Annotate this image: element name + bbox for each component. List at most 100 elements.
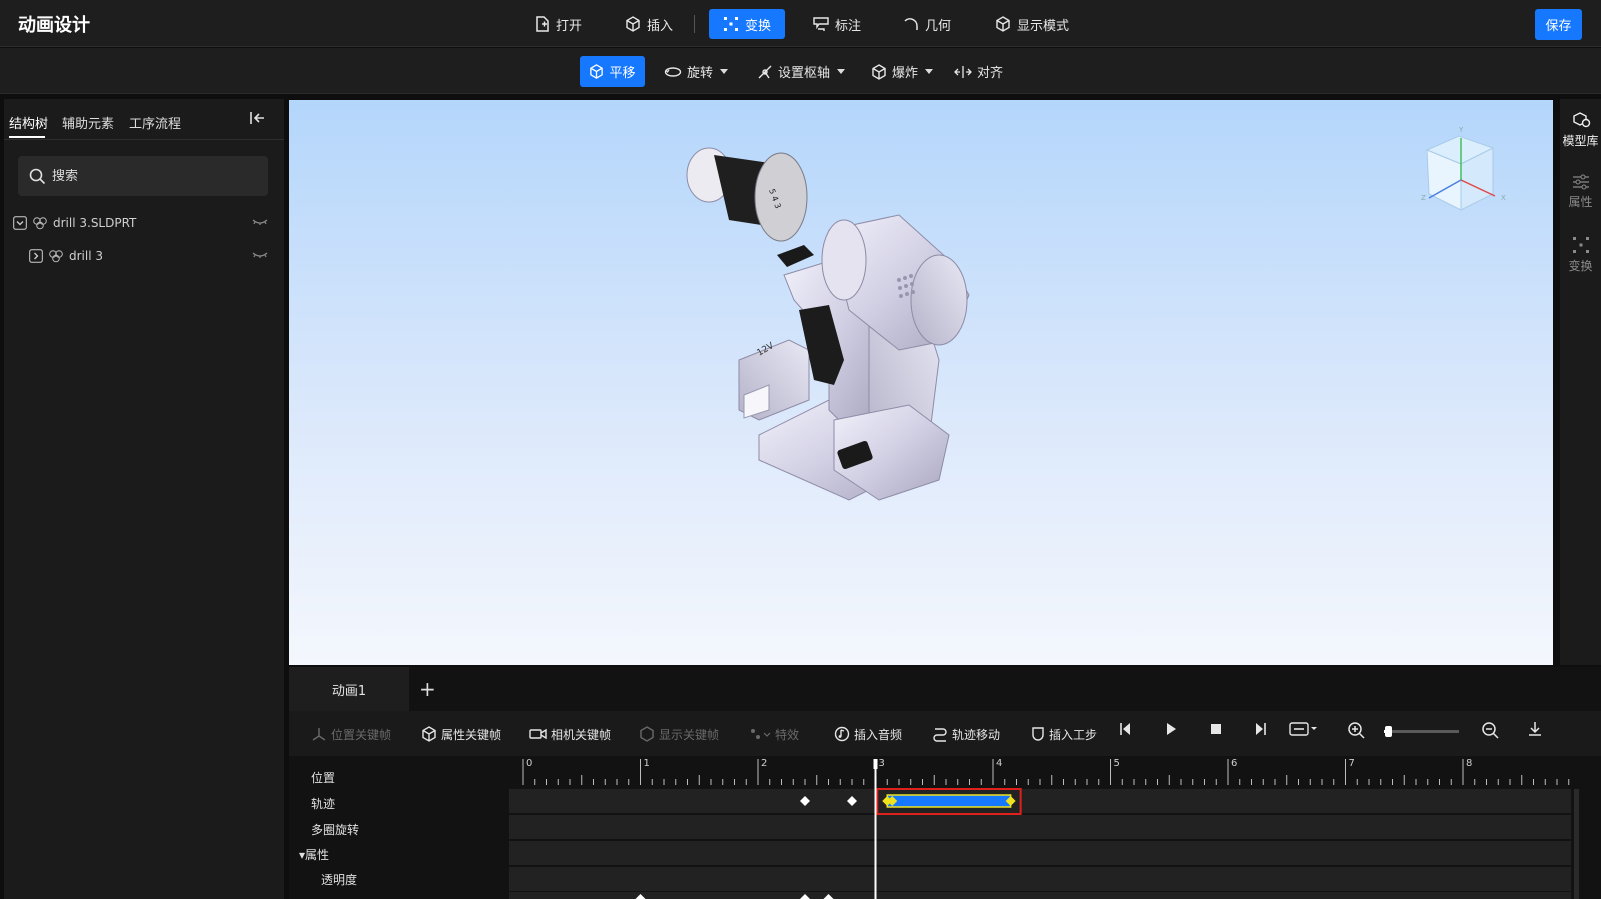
play-icon[interactable]: [1164, 721, 1178, 737]
ruler-label: 7: [1349, 758, 1355, 769]
search-input[interactable]: [52, 168, 252, 184]
stop-icon[interactable]: [1209, 721, 1223, 737]
animation-timeline: 动画1 + 位置关键帧 属性关键帧 相机关键帧 显示关键帧 特效 插入音频 轨迹…: [289, 667, 1601, 899]
zoom-slider-track[interactable]: [1384, 730, 1459, 733]
transform-button[interactable]: 变换: [709, 9, 785, 39]
expand-toggle-icon[interactable]: [29, 249, 43, 263]
active-tab-indicator: [9, 136, 45, 138]
annotate-icon: [813, 16, 829, 32]
chevron-down-icon: [925, 69, 934, 74]
animation-clip: [886, 794, 1012, 808]
track-move-button[interactable]: 轨迹移动: [932, 722, 1000, 746]
chevron-down-icon: [720, 69, 729, 74]
download-icon[interactable]: [1527, 721, 1543, 737]
track-row: [509, 841, 1571, 865]
move-cube-icon: [589, 64, 604, 79]
model-library-button[interactable]: 模型库: [1560, 111, 1601, 149]
effects-icon: [749, 727, 771, 741]
display-keyframe-button[interactable]: 显示关键帧: [639, 722, 719, 746]
axis-icon: [311, 726, 327, 742]
ruler-label: 0: [526, 758, 532, 769]
shield-icon: [1031, 726, 1045, 742]
insert-audio-button[interactable]: 插入音频: [834, 722, 902, 746]
transform-icon: [1572, 236, 1590, 254]
ruler-label: 5: [1114, 758, 1120, 769]
ruler-label: 3: [879, 758, 885, 769]
search-box: [18, 156, 268, 196]
next-frame-icon[interactable]: [1252, 721, 1268, 737]
track-label-multi-rotation: 多圈旋转: [311, 823, 360, 837]
structure-panel: 结构树 辅助元素 工序流程 drill 3.SLDPRT drill 3: [4, 99, 284, 899]
collapse-panel-icon[interactable]: [250, 111, 266, 125]
model-icon: [32, 216, 48, 230]
model-icon: [48, 249, 64, 263]
chevron-down-icon: [837, 69, 846, 74]
transform-icon: [723, 16, 739, 32]
transform-subtoolbar: 平移 旋转 设置枢轴 爆炸 对齐: [0, 48, 1601, 94]
camera-keyframe-button[interactable]: 相机关键帧: [529, 722, 611, 746]
toolbar-separator: [694, 15, 695, 33]
rotate-icon: [664, 66, 682, 78]
transform-panel-button[interactable]: 变换: [1560, 236, 1601, 274]
tree-node-part[interactable]: drill 3: [29, 245, 103, 267]
tree-node-label: drill 3: [69, 249, 104, 263]
explode-cube-icon: [871, 63, 887, 80]
translate-button[interactable]: 平移: [580, 56, 645, 87]
sliders-icon: [1572, 174, 1590, 190]
tab-process-flow[interactable]: 工序流程: [129, 113, 181, 132]
tree-node-assembly[interactable]: drill 3.SLDPRT: [13, 212, 136, 234]
ruler-label: 8: [1466, 758, 1472, 769]
cube-icon: [421, 726, 437, 742]
track-label-trajectory: 轨迹: [311, 797, 336, 811]
svg-text:Y: Y: [1458, 126, 1464, 134]
align-button[interactable]: 对齐: [946, 56, 1011, 87]
properties-button[interactable]: 属性: [1560, 174, 1601, 210]
insert-button[interactable]: 插入: [617, 9, 681, 39]
effects-button[interactable]: 特效: [749, 722, 799, 746]
model-library-icon: [1571, 111, 1591, 129]
visibility-icon[interactable]: [252, 218, 268, 226]
3d-viewport[interactable]: 12V 5 4 3 Y X Z: [289, 100, 1553, 665]
tab-structure-tree[interactable]: 结构树: [9, 113, 48, 132]
tab-auxiliary-elements[interactable]: 辅助元素: [62, 113, 114, 132]
rotate-button[interactable]: 旋转: [656, 56, 736, 87]
arc-icon: [903, 16, 919, 32]
save-button[interactable]: 保存: [1535, 9, 1582, 40]
timeline-tracks[interactable]: 0 1 2 3 4 5 6 7 8: [509, 757, 1601, 899]
path-icon: [932, 726, 948, 742]
svg-text:Z: Z: [1421, 194, 1426, 202]
collapse-toggle-icon[interactable]: [13, 216, 27, 230]
search-icon: [29, 168, 46, 185]
property-keyframe-button[interactable]: 属性关键帧: [421, 722, 501, 746]
add-animation-button[interactable]: +: [419, 677, 436, 701]
visibility-icon[interactable]: [252, 251, 268, 259]
view-cube[interactable]: Y X Z: [1417, 118, 1513, 218]
set-pivot-button[interactable]: 设置枢轴: [749, 56, 853, 87]
cube-icon: [639, 726, 655, 742]
tree-node-label: drill 3.SLDPRT: [53, 216, 137, 230]
top-toolbar: 动画设计 打开 插入 变换 标注 几何 显示模式 保存: [0, 0, 1601, 47]
geometry-button[interactable]: 几何: [895, 9, 959, 39]
right-sidebar: 模型库 属性 变换: [1560, 99, 1601, 665]
drill-model[interactable]: 12V 5 4 3: [289, 100, 1553, 665]
zoom-slider-thumb[interactable]: [1384, 726, 1392, 737]
insert-step-button[interactable]: 插入工步: [1031, 722, 1097, 746]
annotate-button[interactable]: 标注: [805, 9, 869, 39]
previous-frame-icon[interactable]: [1118, 721, 1134, 737]
track-label-opacity: 透明度: [321, 873, 358, 887]
zoom-in-icon[interactable]: [1347, 721, 1365, 739]
open-button[interactable]: 打开: [527, 9, 590, 39]
track-row: [509, 789, 1571, 813]
track-label-properties[interactable]: ▾属性: [299, 846, 329, 863]
timeline-canvas[interactable]: 0 1 2 3 4 5 6 7 8: [509, 757, 1601, 899]
explode-button[interactable]: 爆炸: [863, 56, 941, 87]
position-keyframe-button[interactable]: 位置关键帧: [311, 722, 391, 746]
cube-icon: [995, 16, 1011, 32]
playback-speed-icon[interactable]: [1289, 721, 1319, 737]
time-ruler: [509, 757, 1601, 787]
track-labels: 位置 轨迹 多圈旋转 ▾属性 透明度: [289, 757, 507, 899]
display-mode-button[interactable]: 显示模式: [987, 9, 1077, 39]
open-file-icon: [535, 16, 550, 32]
zoom-out-icon[interactable]: [1481, 721, 1499, 739]
tab-animation-1[interactable]: 动画1: [289, 667, 409, 711]
